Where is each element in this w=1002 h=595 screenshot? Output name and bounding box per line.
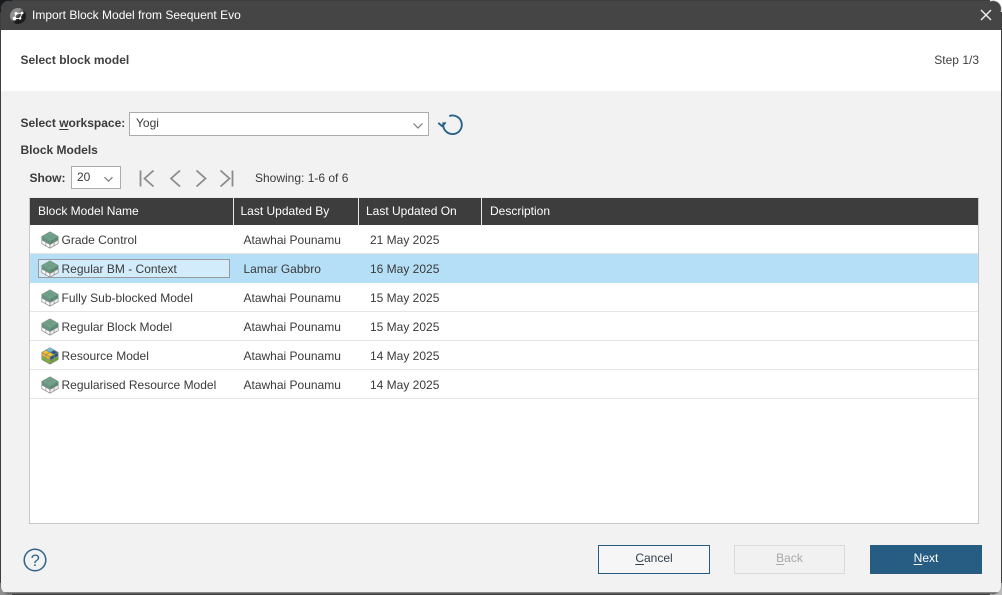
svg-text:?: ? — [31, 552, 40, 570]
